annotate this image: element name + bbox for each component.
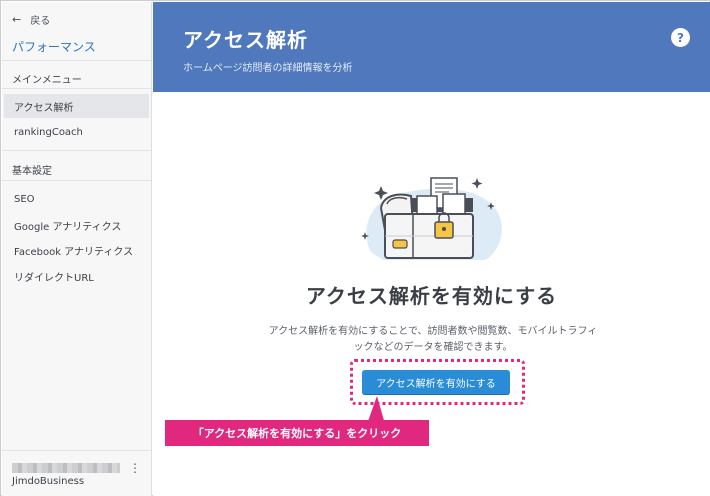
sidebar: ← 戻る パフォーマンス メインメニュー アクセス解析 rankingCoach… — [2, 2, 152, 496]
divider — [2, 180, 151, 181]
sidebar-item-label: アクセス解析 — [14, 102, 74, 114]
divider — [2, 88, 151, 89]
page-subtitle: ホームページ訪問者の詳細情報を分析 — [183, 63, 353, 74]
sidebar-item-facebook-analytics[interactable]: Facebook アナリティクス — [4, 238, 149, 262]
sidebar-item-label: SEO — [14, 193, 35, 205]
help-icon[interactable]: ? — [671, 28, 690, 47]
main-content: アクセス解析を有効にする アクセス解析を有効にすることで、訪問者数や閲覧数、モバ… — [153, 92, 710, 496]
sidebar-item-label: Facebook アナリティクス — [14, 246, 134, 258]
sidebar-item-redirect-url[interactable]: リダイレクトURL — [4, 264, 149, 288]
page-title: アクセス解析 — [183, 28, 308, 52]
sidebar-item-seo[interactable]: SEO — [4, 187, 149, 211]
main-menu-label: メインメニュー — [12, 75, 82, 86]
back-link[interactable]: ← 戻る — [12, 11, 50, 27]
sidebar-item-rankingcoach[interactable]: rankingCoach — [4, 120, 149, 144]
arrow-left-icon: ← — [12, 12, 22, 26]
account-plan: JimdoBusiness — [12, 476, 85, 487]
back-label: 戻る — [30, 15, 51, 27]
account-name-redacted — [12, 463, 120, 473]
sidebar-item-google-analytics[interactable]: Google アナリティクス — [4, 213, 149, 237]
main-heading: アクセス解析を有効にする — [305, 284, 558, 308]
sidebar-item-label: Google アナリティクス — [14, 221, 122, 233]
divider — [2, 60, 151, 61]
sidebar-item-access-analysis[interactable]: アクセス解析 — [4, 94, 149, 118]
instruction-callout: 「アクセス解析を有効にする」をクリック — [165, 420, 429, 446]
treasure-chest-icon — [361, 177, 502, 260]
app-window: ← 戻る パフォーマンス メインメニュー アクセス解析 rankingCoach… — [0, 0, 710, 496]
sidebar-item-label: リダイレクトURL — [14, 272, 94, 284]
more-options-icon[interactable]: ⋮ — [129, 462, 141, 474]
divider — [2, 150, 151, 151]
basic-settings-label: 基本設定 — [12, 166, 52, 177]
account-area: ⋮ JimdoBusiness — [2, 450, 151, 496]
sidebar-item-label: rankingCoach — [14, 126, 83, 138]
page-header: アクセス解析 ホームページ訪問者の詳細情報を分析 ? — [153, 2, 710, 92]
main-description: アクセス解析を有効にすることで、訪問者数や閲覧数、モバイルトラフィックなどのデー… — [268, 326, 598, 353]
sidebar-section-title: パフォーマンス — [12, 40, 96, 54]
enable-analytics-button[interactable]: アクセス解析を有効にする — [362, 370, 510, 394]
